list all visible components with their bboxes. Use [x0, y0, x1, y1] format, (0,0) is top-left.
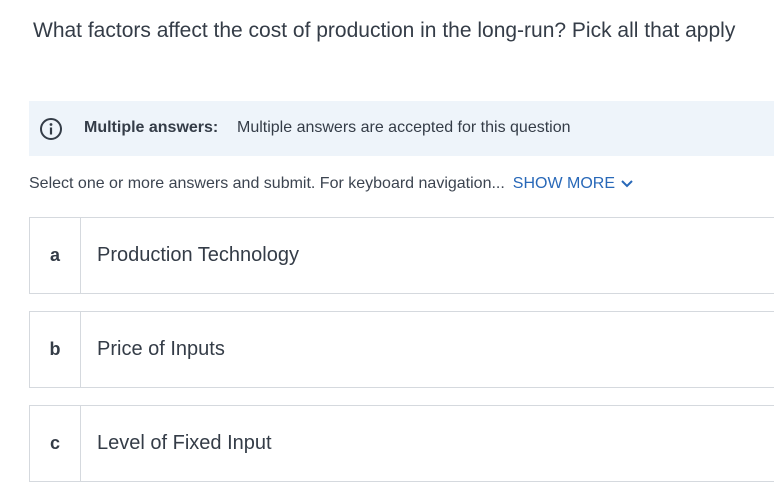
show-more-label: SHOW MORE — [512, 175, 616, 192]
question-text: What factors affect the cost of producti… — [33, 19, 736, 42]
info-title: Multiple answers: — [84, 119, 219, 136]
info-banner: Multiple answers: Multiple answers are a… — [29, 101, 774, 156]
option-label: Level of Fixed Input — [97, 432, 272, 454]
info-icon — [40, 118, 62, 140]
option-label: Price of Inputs — [97, 338, 225, 360]
question-page: What factors affect the cost of producti… — [0, 0, 774, 490]
answer-option-c[interactable]: c Level of Fixed Input — [29, 405, 774, 482]
answer-option-b[interactable]: b Price of Inputs — [29, 311, 774, 388]
answer-option-a[interactable]: a Production Technology — [29, 217, 774, 294]
option-label: Production Technology — [97, 244, 299, 266]
option-letter: a — [30, 218, 81, 293]
chevron-down-icon — [621, 180, 633, 188]
option-letter: b — [30, 312, 81, 387]
option-letter: c — [30, 406, 81, 481]
show-more-link[interactable]: SHOW MORE — [513, 175, 633, 193]
instructions-text: Select one or more answers and submit. F… — [29, 175, 505, 192]
instructions: Select one or more answers and submit. F… — [29, 175, 633, 193]
info-text: Multiple answers are accepted for this q… — [237, 119, 571, 136]
